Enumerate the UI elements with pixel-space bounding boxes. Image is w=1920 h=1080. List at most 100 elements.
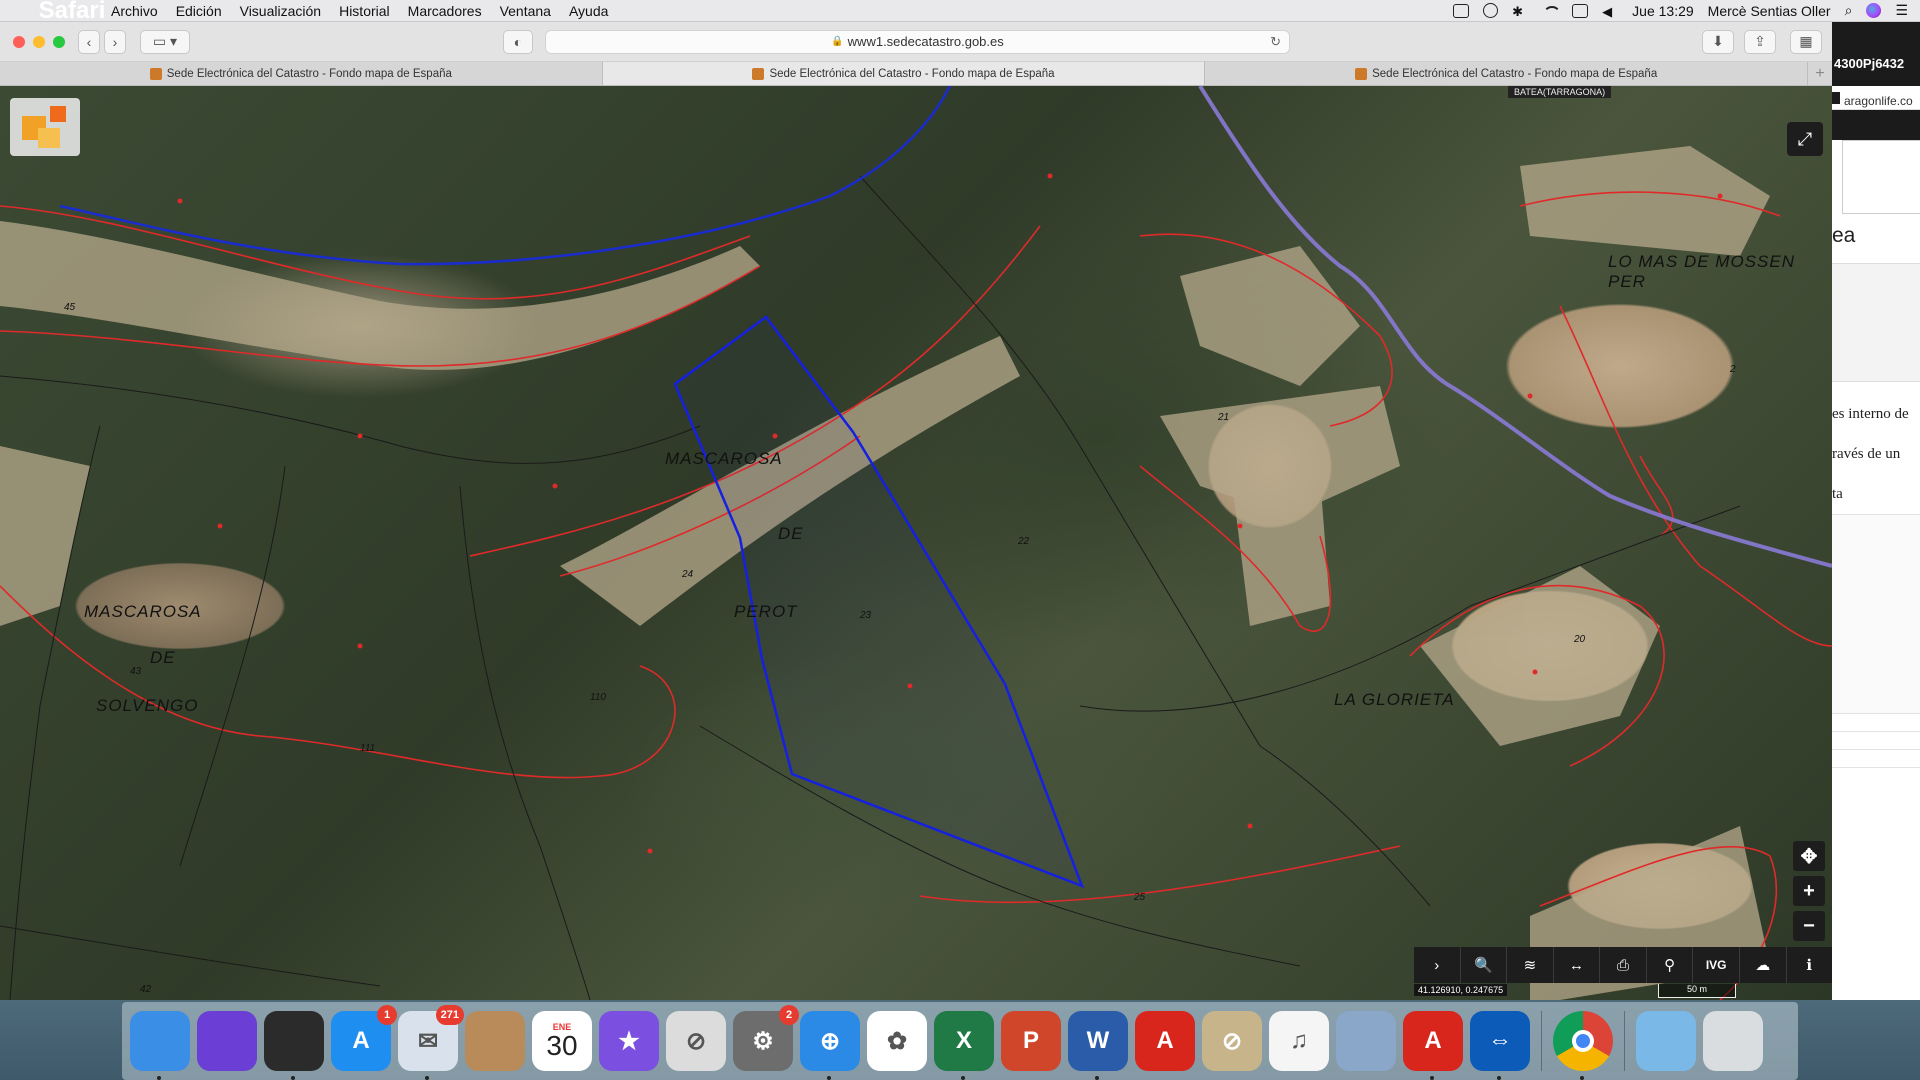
zoom-in-button[interactable]: + xyxy=(1793,876,1825,906)
dock-prohibited-2-icon[interactable]: ⊘ xyxy=(1202,1011,1262,1071)
dock-preview-icon[interactable] xyxy=(1336,1011,1396,1071)
address-bar[interactable]: 🔒 www1.sedecatastro.gob.es ↻ xyxy=(545,29,1290,54)
map-overlay xyxy=(0,86,1832,1000)
fullscreen-icon[interactable]: ⤢ xyxy=(1787,122,1823,156)
running-indicator xyxy=(1095,1076,1099,1080)
parcel-number: 43 xyxy=(130,666,142,677)
dock-calendar-icon[interactable]: ENE 30 xyxy=(532,1011,592,1071)
dock-app-glyph: A xyxy=(1424,1027,1442,1054)
time-machine-icon[interactable] xyxy=(1483,3,1499,18)
sidebar-toggle-button[interactable]: ▭ ▾ xyxy=(140,29,190,54)
dock-applications-folder-icon[interactable] xyxy=(1636,1011,1696,1071)
pin-icon[interactable]: ⚲ xyxy=(1647,947,1694,983)
side-text-line: ta xyxy=(1832,486,1843,502)
dock-chrome-icon[interactable] xyxy=(1553,1011,1613,1080)
dock-safari-icon[interactable]: ⊕ xyxy=(800,1011,860,1080)
dock-word-icon[interactable]: W xyxy=(1068,1011,1128,1080)
tab-label: Sede Electrónica del Catastro - Fondo ma… xyxy=(769,67,1055,80)
dock: A 1 ✉ 271 ENE 30 ★ ⊘ ⚙ 2 ⊕ ✿ X P W A ⊘ ♫ A ⇔ xyxy=(122,1002,1798,1080)
tab-2[interactable]: Sede Electrónica del Catastro - Fondo ma… xyxy=(602,62,1206,85)
tab-1[interactable]: Sede Electrónica del Catastro - Fondo ma… xyxy=(0,62,603,85)
menu-ayuda[interactable]: Ayuda xyxy=(560,3,617,19)
dock-app-glyph: ★ xyxy=(618,1027,640,1055)
status-box-icon[interactable] xyxy=(1453,3,1470,18)
parcel-number: 21 xyxy=(1218,412,1230,423)
menu-historial[interactable]: Historial xyxy=(330,3,399,19)
dock-app-glyph: A xyxy=(1156,1027,1174,1054)
dock-acrobat-reader-icon[interactable]: A xyxy=(1403,1011,1463,1080)
downloads-button[interactable]: ⬇ xyxy=(1702,29,1734,54)
layers-icon[interactable]: ≋ xyxy=(1507,947,1554,983)
parcel-number: 110 xyxy=(590,692,606,703)
dock-mail-icon[interactable]: ✉ 271 xyxy=(398,1005,464,1080)
dock-teamviewer-icon[interactable]: ⇔ xyxy=(1470,1011,1530,1080)
background-window[interactable]: 4300Pj6432 aragonlife.co ea es interno d… xyxy=(1832,22,1920,1000)
parcel-number: 24 xyxy=(682,569,694,580)
share-button[interactable]: ⇪ xyxy=(1744,29,1776,54)
place-label: DE xyxy=(778,524,804,543)
dock-photos-icon[interactable]: ✿ xyxy=(867,1011,927,1071)
notification-center-icon[interactable]: ☰ xyxy=(1895,2,1908,19)
dock-music-icon[interactable]: ♫ xyxy=(1269,1011,1329,1071)
new-tab-button[interactable]: + xyxy=(1808,62,1832,85)
dock-contacts-icon[interactable] xyxy=(465,1011,525,1071)
dock-photo-booth-icon[interactable] xyxy=(264,1011,324,1080)
dock-finder-icon[interactable] xyxy=(130,1011,190,1080)
siri-icon[interactable] xyxy=(1866,3,1882,18)
dock-siri-icon[interactable] xyxy=(197,1011,257,1071)
dock-prohibited-icon[interactable]: ⊘ xyxy=(666,1011,726,1071)
menu-marcadores[interactable]: Marcadores xyxy=(399,3,491,19)
zoom-out-button[interactable]: − xyxy=(1793,911,1825,941)
reload-icon[interactable]: ↻ xyxy=(1270,34,1281,50)
dock-app-store-icon[interactable]: A1 xyxy=(331,1005,397,1071)
menu-clock[interactable]: Jue 13:29 xyxy=(1632,3,1694,19)
scale-bar: 50 m xyxy=(1658,984,1736,998)
coordinates-readout: 41.126910, 0.247675 xyxy=(1414,984,1508,996)
side-text-line: ravés de un xyxy=(1832,446,1901,462)
cadastral-map[interactable]: BATEA(TARRAGONA) ⤢ MASCAROSA DE PEROT MA… xyxy=(0,86,1832,1000)
measure-icon[interactable]: ↔ xyxy=(1554,947,1601,983)
tab-overview-button[interactable]: ▦ xyxy=(1790,29,1822,54)
catastro-logo[interactable] xyxy=(10,98,80,156)
expand-arrow-icon[interactable]: › xyxy=(1414,947,1461,983)
menu-visualizacion[interactable]: Visualización xyxy=(231,3,330,19)
side-blank xyxy=(1832,514,1920,714)
menu-archivo[interactable]: Archivo xyxy=(102,3,167,19)
volume-icon[interactable]: ◀︎ xyxy=(1602,4,1618,19)
locate-icon[interactable]: ✥ xyxy=(1793,841,1825,871)
dock-acrobat-icon[interactable]: A xyxy=(1135,1011,1195,1071)
parcel-number: 111 xyxy=(360,743,376,754)
menu-ventana[interactable]: Ventana xyxy=(491,3,560,19)
zoom-window-button[interactable] xyxy=(53,35,65,48)
wifi-icon[interactable] xyxy=(1542,4,1562,18)
running-indicator xyxy=(961,1076,965,1080)
tab-3[interactable]: Sede Electrónica del Catastro - Fondo ma… xyxy=(1205,62,1809,85)
close-window-button[interactable] xyxy=(13,35,25,48)
dock-system-preferences-icon[interactable]: ⚙ 2 xyxy=(733,1005,799,1071)
back-button[interactable]: ‹ xyxy=(78,29,100,54)
display-icon[interactable] xyxy=(1572,3,1589,18)
side-heading: ea xyxy=(1832,214,1920,264)
map-toolbar: › 🔍 ≋ ↔ ⎙ ⚲ IVG ☁ ℹ xyxy=(1414,947,1832,983)
catastro-favicon-icon xyxy=(752,67,765,80)
running-indicator xyxy=(1430,1076,1434,1080)
bluetooth-icon[interactable]: ✱ xyxy=(1512,4,1528,19)
ivg-button[interactable]: IVG xyxy=(1693,947,1740,983)
privacy-shield-icon[interactable]: ◐ xyxy=(503,29,533,54)
dock-powerpoint-icon[interactable]: P xyxy=(1001,1011,1061,1071)
dock-excel-icon[interactable]: X xyxy=(934,1011,994,1080)
place-label: LO MAS DE MOSSEN PER xyxy=(1608,252,1795,291)
forward-button[interactable]: › xyxy=(104,29,126,54)
menu-user[interactable]: Mercè Sentias Oller xyxy=(1708,3,1831,19)
place-label: DE xyxy=(150,648,176,667)
menu-edicion[interactable]: Edición xyxy=(167,3,231,19)
minimize-window-button[interactable] xyxy=(33,35,45,48)
running-indicator xyxy=(1497,1076,1501,1080)
search-icon[interactable]: 🔍 xyxy=(1461,947,1508,983)
spotlight-icon[interactable]: ⌕ xyxy=(1845,2,1853,19)
print-icon[interactable]: ⎙ xyxy=(1600,947,1647,983)
info-icon[interactable]: ℹ xyxy=(1787,947,1833,983)
cloud-icon[interactable]: ☁ xyxy=(1740,947,1787,983)
dock-imovie-icon[interactable]: ★ xyxy=(599,1011,659,1071)
dock-trash-icon[interactable] xyxy=(1703,1011,1763,1071)
